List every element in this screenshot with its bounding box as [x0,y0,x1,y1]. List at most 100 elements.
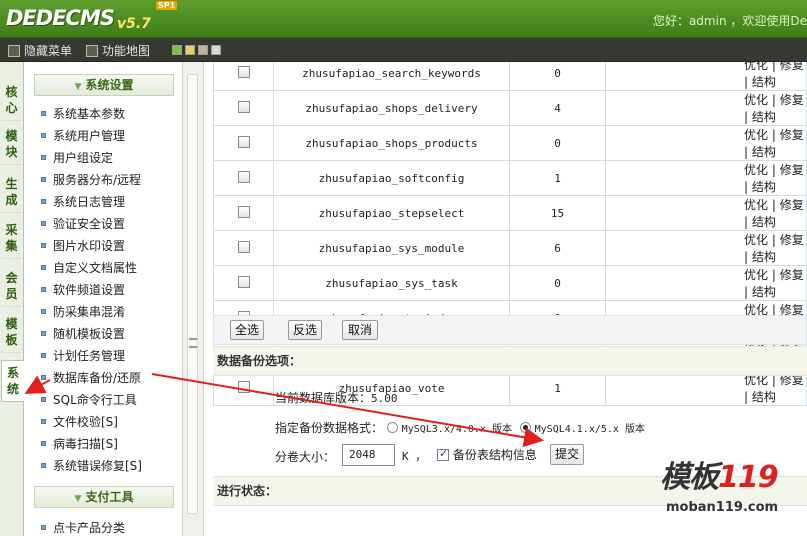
theme-swatch-green[interactable] [172,45,182,55]
menu-item-label: 软件频道设置 [53,283,126,297]
structure-link[interactable]: 结构 [752,250,776,264]
theme-swatch-gray[interactable] [211,45,221,55]
menu-item[interactable]: 软件频道设置 [41,280,125,300]
row-checkbox[interactable] [237,380,250,393]
menu-item-label: 系统错误修复[S] [53,459,142,473]
dedecms-logo: DEDECMS v5.7 SP1 [6,1,178,34]
theme-swatch-yellow[interactable] [185,45,195,55]
cancel-selection-button[interactable]: 取消 [342,320,378,340]
row-checkbox-cell [213,90,274,126]
tab-collect[interactable]: 采集 [1,218,22,259]
menu-item[interactable]: 自定义文档属性 [41,258,137,278]
watermark-title: 模板119 [660,452,779,496]
menu-item-label: 系统日志管理 [53,195,126,209]
repair-link[interactable]: 修复 [780,233,804,247]
menu-item-label: 图片水印设置 [53,239,126,253]
tab-module[interactable]: 模块 [1,124,22,165]
table-row: zhusufapiao_sys_task 0 优化 | 修复 | 结构 [213,265,807,301]
site-map-button[interactable]: 功能地图 [86,42,150,59]
row-actions: 优化 | 修复 | 结构 [605,62,807,91]
repair-link[interactable]: 修复 [780,268,804,282]
structure-link[interactable]: 结构 [752,110,776,124]
optimize-link[interactable]: 优化 [744,268,768,282]
hide-menu-icon [8,44,20,57]
menu-item[interactable]: 点卡产品分类 [41,518,125,536]
menu-item[interactable]: 防采集串混淆 [41,302,125,322]
format-radio-mysql3[interactable] [386,422,398,433]
menu-item[interactable]: 图片水印设置 [41,236,125,256]
backup-options-header: 数据备份选项： [213,346,807,376]
tab-core[interactable]: 核心 [1,80,22,121]
bullet-icon [41,375,46,380]
menu-item[interactable]: 病毒扫描[S] [41,434,118,454]
menu-item[interactable]: 随机模板设置 [41,324,125,344]
tab-generate[interactable]: 生成 [1,172,22,213]
row-checkbox[interactable] [237,205,250,218]
optimize-link[interactable]: 优化 [744,93,768,107]
row-checkbox[interactable] [237,100,250,113]
menu-section-system-settings[interactable]: ▼ 系统设置 [34,74,174,96]
row-checkbox[interactable] [237,170,250,183]
structure-link[interactable]: 结构 [752,145,776,159]
menu-section-payment-tools[interactable]: ▼ 支付工具 [34,486,174,508]
select-all-button[interactable]: 全选 [230,320,264,340]
menu-item-db-backup[interactable]: 数据库备份/还原 [41,368,141,388]
splitter-grip-icon[interactable] [189,338,197,348]
format-opt1-label: MySQL3.x/4.0.x 版本 [401,424,512,435]
menu-item[interactable]: 系统基本参数 [41,104,125,124]
menu-item[interactable]: 服务器分布/远程 [41,170,141,190]
menu-item[interactable]: 计划任务管理 [41,346,125,366]
db-version-row: 当前数据库版本：5.00 [275,389,398,406]
menu-item[interactable]: 系统日志管理 [41,192,125,212]
menu-item[interactable]: 验证安全设置 [41,214,125,234]
row-actions: 优化 | 修复 | 结构 [605,160,807,196]
optimize-link[interactable]: 优化 [744,128,768,142]
watermark-logo: 模板119 moban119.com [660,452,807,536]
optimize-link[interactable]: 优化 [744,62,768,72]
menu-item[interactable]: 文件校验[S] [41,412,118,432]
menu-item[interactable]: 用户组设定 [41,148,113,168]
row-checkbox[interactable] [237,275,250,288]
tab-member[interactable]: 会员 [1,266,22,307]
hide-menu-button[interactable]: 隐藏菜单 [8,42,72,59]
tab-template[interactable]: 模板 [1,312,22,353]
structure-link[interactable]: 结构 [752,390,776,404]
menu-item[interactable]: 系统错误修复[S] [41,456,142,476]
row-checkbox-cell [213,62,274,91]
action-separator: | [744,285,749,299]
structure-link[interactable]: 结构 [752,180,776,194]
bullet-icon [41,155,46,160]
structure-link[interactable]: 结构 [752,75,776,89]
optimize-link[interactable]: 优化 [744,163,768,177]
theme-swatch-tan[interactable] [198,45,208,55]
repair-link[interactable]: 修复 [780,62,804,72]
row-checkbox[interactable] [237,65,250,78]
repair-link[interactable]: 修复 [780,198,804,212]
optimize-link[interactable]: 优化 [744,233,768,247]
watermark-number: 119 [718,460,779,495]
invert-selection-button[interactable]: 反选 [288,320,322,340]
backup-structure-checkbox[interactable] [437,447,449,461]
structure-link[interactable]: 结构 [752,285,776,299]
repair-link[interactable]: 修复 [780,128,804,142]
menu-item[interactable]: SQL命令行工具 [41,390,137,410]
repair-link[interactable]: 修复 [780,163,804,177]
row-checkbox[interactable] [237,240,250,253]
row-checkbox[interactable] [237,135,250,148]
menu-splitter[interactable] [182,62,204,536]
format-radio-mysql41[interactable] [519,422,531,433]
menu-item-label: 随机模板设置 [53,327,126,341]
tab-system[interactable]: 系统 [1,360,24,402]
action-separator: | [771,233,776,247]
submit-button[interactable]: 提交 [550,444,584,465]
optimize-link[interactable]: 优化 [744,198,768,212]
table-row: zhusufapiao_shops_products 0 优化 | 修复 | 结构 [213,125,807,161]
structure-link[interactable]: 结构 [752,215,776,229]
menu-item[interactable]: 系统用户管理 [41,126,125,146]
menu-item-label: 系统基本参数 [53,107,126,121]
table-name: zhusufapiao_sys_task [273,265,510,301]
repair-link[interactable]: 修复 [780,93,804,107]
volume-size-input[interactable]: 2048 [342,444,395,466]
action-separator: | [744,180,749,194]
table-name: zhusufapiao_shops_delivery [273,90,510,126]
